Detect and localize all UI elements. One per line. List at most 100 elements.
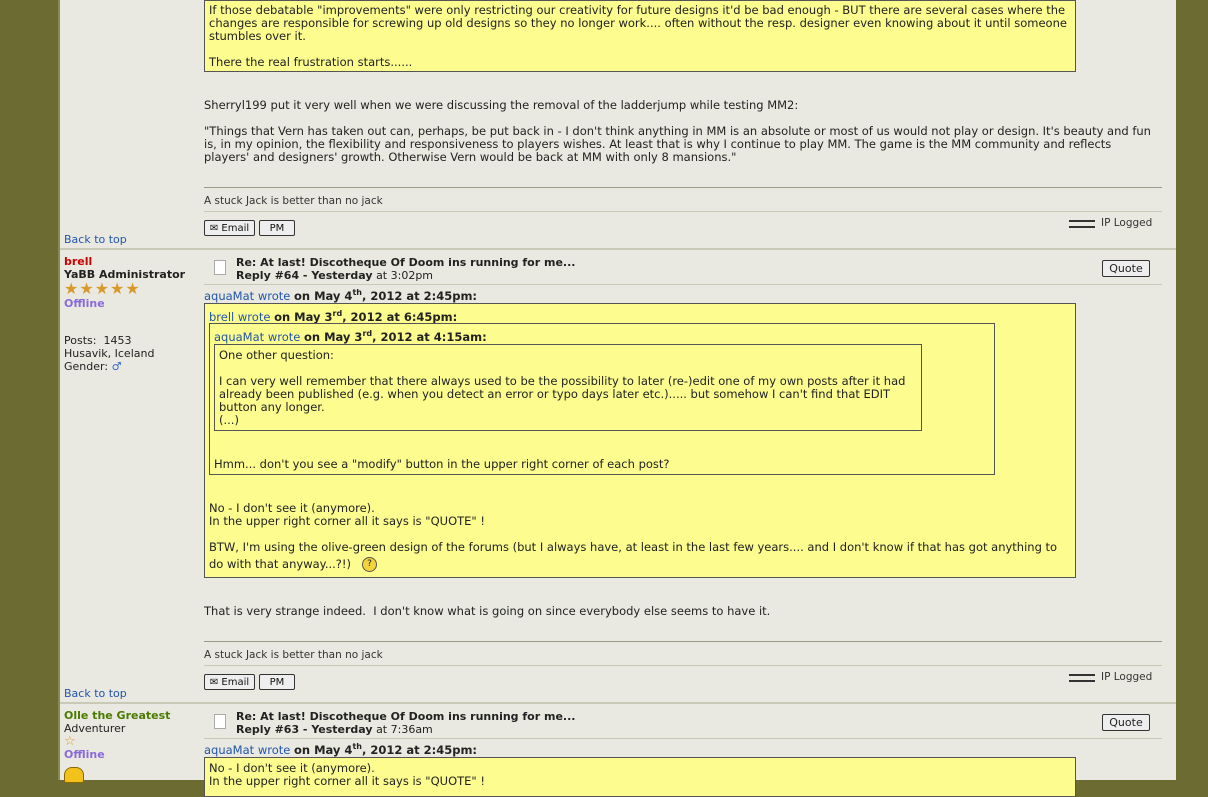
signature-divider (204, 641, 1162, 642)
post-subject-block: Re: At last! Discotheque Of Doom ins run… (236, 710, 575, 736)
quote-box: No - I don't see it (anymore). In the up… (204, 757, 1076, 797)
back-to-top-link[interactable]: Back to top (64, 687, 127, 700)
post-body-quote: "Things that Vern has taken out can, per… (204, 124, 1155, 164)
signature-divider (204, 187, 1162, 188)
ip-logged-label: IP Logged (1101, 671, 1153, 683)
user-location: Husavik, Iceland (64, 347, 155, 360)
email-button[interactable]: ✉ Email (204, 220, 255, 236)
quote-author-link[interactable]: aquaMat wrote (204, 289, 290, 303)
email-button[interactable]: ✉ Email (204, 674, 255, 690)
quote-text: BTW, I'm using the olive-green design of… (209, 540, 1058, 554)
reply-time: at 3:02pm (376, 269, 434, 282)
quote-author-link[interactable]: brell wrote (209, 310, 270, 324)
email-icon: ✉ (209, 677, 219, 688)
rank-stars-icon: ★★★★★ (64, 279, 141, 298)
quote-date-sup: rd (332, 309, 343, 318)
quote-date-rest: , 2012 at 2:45pm: (361, 288, 478, 303)
footer-divider (204, 211, 1162, 212)
online-status: Offline (64, 748, 105, 761)
footer-divider (204, 665, 1162, 666)
message-icon (214, 260, 226, 275)
quote-author-link[interactable]: aquaMat wrote (214, 330, 300, 344)
male-icon: ♂ (111, 360, 122, 373)
quote-line: stumbles over it. (209, 29, 306, 43)
ip-logged-icon (1069, 220, 1095, 228)
pm-button[interactable]: PM (259, 674, 295, 690)
post-body: That is very strange indeed. I don't kno… (204, 604, 771, 618)
user-info: brell YaBB Administrator ★★★★★ Offline P… (64, 250, 200, 373)
quote-header: aquaMat wrote on May 4th, 2012 at 2:45pm… (204, 288, 477, 303)
email-icon: ✉ (209, 223, 219, 234)
reply-number: Reply #63 - Yesterday (236, 723, 373, 736)
quote-date-rest: , 2012 at 4:15am: (372, 329, 487, 344)
ip-logged-label: IP Logged (1101, 217, 1153, 229)
username[interactable]: brell (64, 255, 200, 268)
quote-button[interactable]: Quote (1102, 260, 1150, 277)
reply-number: Reply #64 - Yesterday (236, 269, 373, 282)
signature: A stuck Jack is better than no jack (204, 195, 383, 207)
rank-star-icon: ☆ (64, 734, 77, 749)
pm-label: PM (269, 223, 285, 234)
right-border (1176, 0, 1208, 780)
quote-date-main: on May 4 (293, 742, 353, 757)
quote-line: changes are responsible for screwing up … (209, 16, 1067, 30)
avatar (64, 767, 84, 783)
quote-line: There the real frustration starts...... (209, 55, 413, 69)
confused-smiley-icon: ? (361, 557, 377, 572)
quote-date-rest: , 2012 at 2:45pm: (361, 742, 478, 757)
signature: A stuck Jack is better than no jack (204, 649, 383, 661)
quote-box: If those debatable "improvements" were o… (204, 0, 1076, 72)
quote-text: Hmm... don't you see a "modify" button i… (214, 457, 670, 471)
username[interactable]: Olle the Greatest (64, 709, 200, 722)
quote-line: In the upper right corner all it says is… (209, 774, 485, 788)
quote-date-sup: th (352, 742, 362, 751)
quote-label: Quote (1109, 716, 1143, 729)
post-count: Posts: 1453 (64, 334, 200, 347)
quote-label: Quote (1109, 262, 1143, 275)
header-divider (204, 738, 1162, 739)
quote-author-link[interactable]: aquaMat wrote (204, 743, 290, 757)
user-rank: Adventurer (64, 722, 126, 735)
quote-date: on May 4th, 2012 at 2:45pm: (293, 288, 478, 303)
post-count-label: Posts: (64, 334, 97, 347)
post-subject[interactable]: Re: At last! Discotheque Of Doom ins run… (236, 710, 575, 723)
post-64: brell YaBB Administrator ★★★★★ Offline P… (60, 250, 1176, 704)
quote-box-mid: aquaMat wrote on May 3rd, 2012 at 4:15am… (209, 323, 995, 475)
quote-text-last: do with that anyway...?!) ? (209, 557, 377, 572)
message-icon (214, 714, 226, 729)
post-subject-block: Re: At last! Discotheque Of Doom ins run… (236, 256, 575, 282)
pm-button[interactable]: PM (259, 220, 295, 236)
post-count-value: 1453 (103, 334, 132, 347)
quote-box-outer: brell wrote on May 3rd, 2012 at 6:45pm: … (204, 303, 1076, 578)
user-gender: Gender: ♂ (64, 360, 200, 373)
gender-label: Gender: (64, 360, 109, 373)
quote-date: on May 3rd, 2012 at 4:15am: (303, 329, 487, 344)
quote-date-sup: th (352, 288, 362, 297)
quote-button[interactable]: Quote (1102, 714, 1150, 731)
post-subject[interactable]: Re: At last! Discotheque Of Doom ins run… (236, 256, 575, 269)
post-previous: If those debatable "improvements" were o… (60, 0, 1176, 250)
quote-date: on May 3rd, 2012 at 6:45pm: (274, 309, 458, 324)
quote-date-main: on May 3 (303, 329, 363, 344)
quote-text: do with that anyway...?!) (209, 557, 351, 571)
quote-date-sup: rd (362, 329, 373, 338)
quote-header: brell wrote on May 3rd, 2012 at 6:45pm: (209, 309, 457, 324)
reply-time: at 7:36am (376, 723, 433, 736)
header-divider (204, 284, 1162, 285)
quote-line: (...) (219, 413, 239, 427)
quote-date: on May 4th, 2012 at 2:45pm: (293, 742, 478, 757)
email-label: Email (221, 223, 250, 234)
ip-logged-icon (1069, 674, 1095, 682)
back-to-top-link[interactable]: Back to top (64, 233, 127, 246)
quote-box-inner: One other question: I can very well reme… (214, 344, 922, 431)
online-status: Offline (64, 297, 105, 310)
quote-header: aquaMat wrote on May 3rd, 2012 at 4:15am… (214, 329, 487, 344)
quote-date-main: on May 4 (293, 288, 353, 303)
post-63: Olle the Greatest Adventurer ☆ Offline R… (60, 704, 1176, 797)
quote-date-rest: , 2012 at 6:45pm: (342, 309, 458, 324)
quote-header: aquaMat wrote on May 4th, 2012 at 2:45pm… (204, 742, 477, 757)
post-body-intro: Sherryl199 put it very well when we were… (204, 98, 799, 112)
user-info: Olle the Greatest Adventurer ☆ Offline (64, 704, 200, 783)
quote-text: In the upper right corner all it says is… (209, 514, 485, 528)
quote-line: One other question: (219, 348, 334, 362)
